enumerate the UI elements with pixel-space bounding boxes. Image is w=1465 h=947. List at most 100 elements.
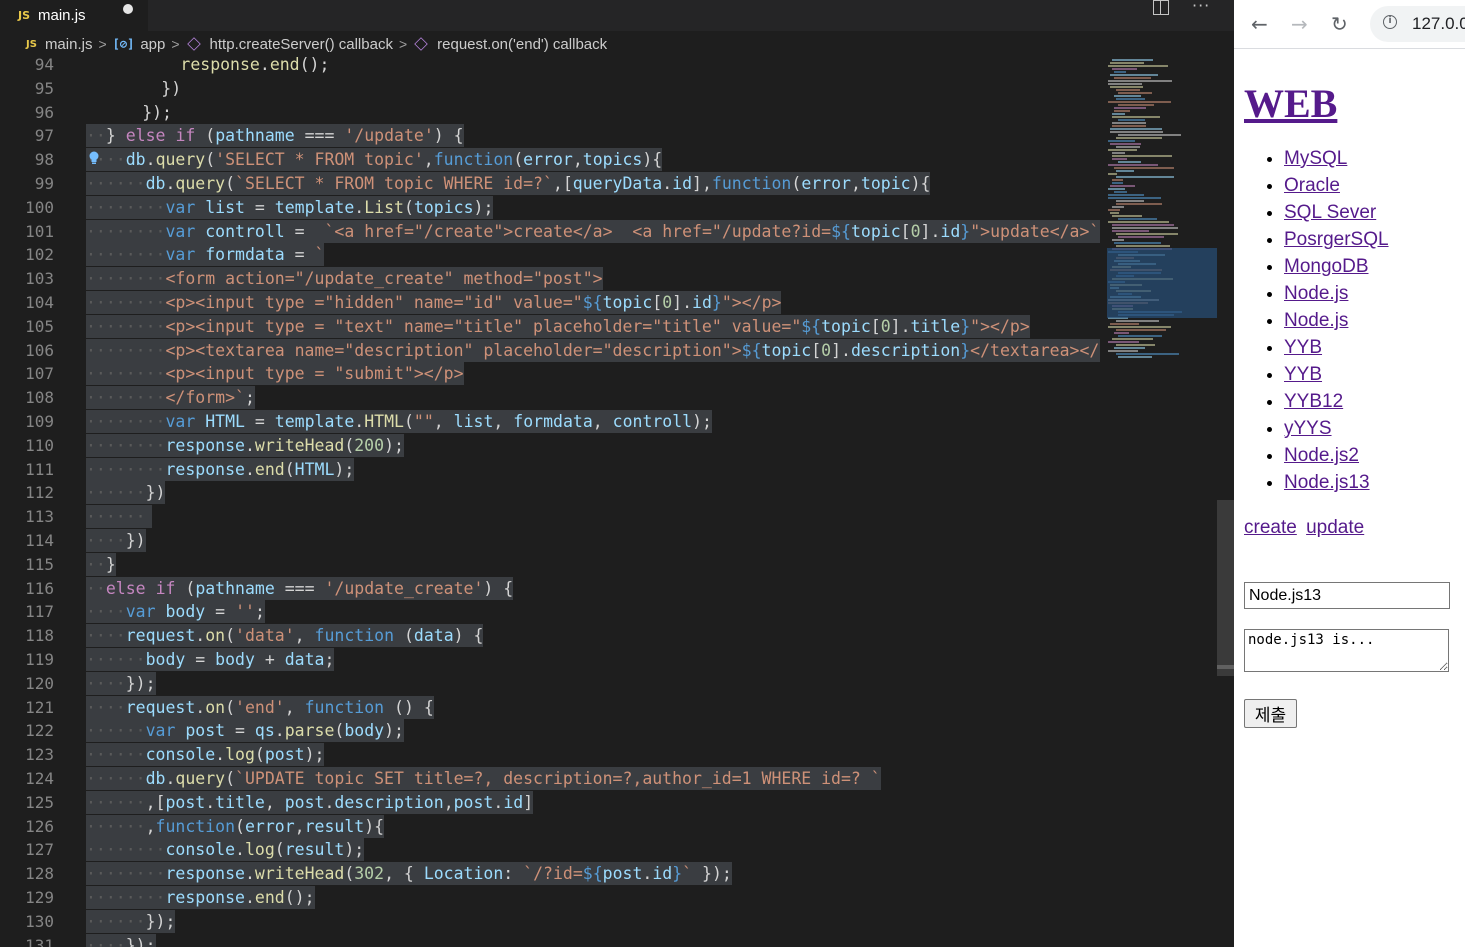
code-line[interactable]: 94 response.end(); xyxy=(0,56,1100,77)
code-text[interactable]: }); xyxy=(142,101,172,124)
line-number[interactable]: 129 xyxy=(0,886,54,910)
topic-link[interactable]: Node.js xyxy=(1284,283,1348,304)
code-text[interactable]: ········<p><input type = "submit"></p> xyxy=(86,362,464,386)
code-line[interactable]: 106 ········<p><textarea name="descriptio… xyxy=(0,338,1100,363)
code-line[interactable]: 95}) xyxy=(0,77,1100,101)
code-line[interactable]: 116 ··else if (pathname === '/update_crea… xyxy=(0,576,1100,601)
description-textarea[interactable]: node.js13 is... xyxy=(1244,629,1449,672)
code-line[interactable]: 101 ········var controll = `<a href="/cre… xyxy=(0,219,1100,244)
code-line[interactable]: 119 ······body = body + data; xyxy=(0,648,1100,672)
topic-link[interactable]: YYB12 xyxy=(1284,391,1343,412)
code-text[interactable]: ······var post = qs.parse(body); xyxy=(86,719,404,743)
line-number[interactable]: 107 xyxy=(0,362,54,386)
code-line[interactable]: 104 ········<p><input type ="hidden" name… xyxy=(0,291,1100,315)
code-line[interactable]: 129 ········response.end(); xyxy=(0,886,1100,910)
code-text[interactable]: ······ xyxy=(86,505,152,529)
line-number[interactable]: 127 xyxy=(0,838,54,862)
web-home-link[interactable]: WEB xyxy=(1244,81,1337,126)
code-line[interactable]: 112 ······}) xyxy=(0,481,1100,505)
code-text[interactable]: ······,function(error,result){ xyxy=(86,814,385,838)
code-text[interactable]: ····var body = ''; xyxy=(86,600,265,624)
topic-link[interactable]: Node.js xyxy=(1284,310,1348,331)
line-number[interactable]: 121 xyxy=(0,696,54,720)
line-number[interactable]: 128 xyxy=(0,862,54,886)
code-text[interactable]: ······}); xyxy=(86,909,176,933)
line-number[interactable]: 98 xyxy=(0,148,54,172)
topic-link[interactable]: Oracle xyxy=(1284,175,1340,196)
line-number[interactable]: 99 xyxy=(0,172,54,196)
code-line[interactable]: 108 ········</form>`; xyxy=(0,386,1100,410)
info-icon[interactable]: i xyxy=(1383,15,1397,29)
lightbulb-icon[interactable] xyxy=(88,151,100,165)
code-line[interactable]: 122 ······var post = qs.parse(body); xyxy=(0,719,1100,743)
code-line[interactable]: 118 ····request.on('data', function (data… xyxy=(0,624,1100,648)
topic-link[interactable]: PosrgerSQL xyxy=(1284,229,1389,250)
code-line[interactable]: 100 ········var list = template.List(topi… xyxy=(0,195,1100,220)
code-text[interactable]: ····request.on('data', function (data) { xyxy=(86,624,484,648)
code-text[interactable]: ····}); xyxy=(86,671,156,695)
line-number[interactable]: 126 xyxy=(0,815,54,839)
code-line[interactable]: 102 ········var formdata = ` xyxy=(0,243,1100,267)
code-text[interactable]: ······console.log(post); xyxy=(86,743,325,767)
url-text[interactable]: 127.0.0.1 xyxy=(1412,14,1465,34)
minimap-viewport[interactable] xyxy=(1107,248,1217,318)
code-line[interactable]: 109 ········var HTML = template.HTML("", … xyxy=(0,410,1100,434)
code-line[interactable]: 115 ··} xyxy=(0,552,1100,577)
submit-button[interactable]: 제출 xyxy=(1244,699,1297,728)
line-number[interactable]: 105 xyxy=(0,315,54,339)
topic-link[interactable]: MySQL xyxy=(1284,148,1347,169)
code-area[interactable]: 94 response.end(); 95}) 96}); 97 ··} else if … xyxy=(0,56,1100,947)
line-number[interactable]: 124 xyxy=(0,767,54,791)
topic-link[interactable]: YYB xyxy=(1284,337,1322,358)
code-line[interactable]: 111 ········response.end(HTML); xyxy=(0,457,1100,482)
code-text[interactable]: ········response.end(HTML); xyxy=(86,457,355,481)
code-text[interactable]: ··} xyxy=(86,552,116,576)
code-line[interactable]: 131 ····}); xyxy=(0,933,1100,947)
code-text[interactable]: ··else if (pathname === '/update_create'… xyxy=(86,576,514,600)
code-text[interactable]: ······,[post.title, post.description,pos… xyxy=(86,790,534,814)
line-number[interactable]: 112 xyxy=(0,481,54,505)
code-text[interactable]: ········<form action="/update_create" me… xyxy=(86,267,603,291)
code-line[interactable]: 110 ········response.writeHead(200); xyxy=(0,433,1100,458)
topic-link[interactable]: Node.js2 xyxy=(1284,445,1359,466)
line-number[interactable]: 108 xyxy=(0,386,54,410)
topic-link[interactable]: SQL Sever xyxy=(1284,202,1376,223)
more-actions-icon[interactable]: ··· xyxy=(1192,0,1210,15)
line-number[interactable]: 118 xyxy=(0,624,54,648)
line-number[interactable]: 106 xyxy=(0,339,54,363)
code-editor[interactable]: JS main.js ··· JS main.js > [⊘] app > ht… xyxy=(0,0,1234,947)
line-number[interactable]: 122 xyxy=(0,719,54,743)
update-link[interactable]: update xyxy=(1306,517,1364,538)
code-line[interactable]: 121 ····request.on('end', function () { xyxy=(0,695,1100,720)
line-number[interactable]: 116 xyxy=(0,577,54,601)
code-text[interactable]: ········response.writeHead(302, { Locati… xyxy=(86,862,732,886)
code-text[interactable]: ··} else if (pathname === '/update') { xyxy=(86,124,464,148)
tab-main-js[interactable]: JS main.js xyxy=(0,0,148,31)
code-text[interactable]: ········<p><textarea name="description" … xyxy=(86,338,1100,362)
line-number[interactable]: 113 xyxy=(0,505,54,529)
reload-icon[interactable]: ↻ xyxy=(1331,12,1348,36)
minimap[interactable] xyxy=(1100,57,1217,947)
code-line[interactable]: 125 ······,[post.title, post.description,… xyxy=(0,790,1100,815)
code-text[interactable]: ······db.query(`UPDATE topic SET title=?… xyxy=(86,767,881,790)
code-line[interactable]: 107 ········<p><input type = "submit"></p… xyxy=(0,362,1100,386)
code-text[interactable]: ········<p><input type = "text" name="ti… xyxy=(86,314,1030,338)
topic-link[interactable]: YYB xyxy=(1284,364,1322,385)
code-text[interactable]: ······body = body + data; xyxy=(86,648,335,671)
code-text[interactable]: ········var controll = `<a href="/create… xyxy=(86,219,1100,243)
line-number[interactable]: 109 xyxy=(0,410,54,434)
line-number[interactable]: 110 xyxy=(0,434,54,458)
line-number[interactable]: 115 xyxy=(0,553,54,577)
code-line[interactable]: 124 ······db.query(`UPDATE topic SET titl… xyxy=(0,767,1100,791)
forward-arrow-icon[interactable]: → xyxy=(1291,12,1308,36)
line-number[interactable]: 111 xyxy=(0,458,54,482)
code-line[interactable]: 128 ········response.writeHead(302, { Loc… xyxy=(0,862,1100,886)
line-number[interactable]: 130 xyxy=(0,910,54,934)
code-text[interactable]: ········console.log(result); xyxy=(86,838,365,862)
line-number[interactable]: 103 xyxy=(0,267,54,291)
code-line[interactable]: 126 ······,function(error,result){ xyxy=(0,814,1100,839)
code-text[interactable]: ····request.on('end', function () { xyxy=(86,695,434,719)
code-line[interactable]: 117 ····var body = ''; xyxy=(0,600,1100,624)
code-text[interactable]: ····db.query('SELECT * FROM topic',funct… xyxy=(86,148,663,172)
split-editor-icon[interactable] xyxy=(1153,0,1169,15)
